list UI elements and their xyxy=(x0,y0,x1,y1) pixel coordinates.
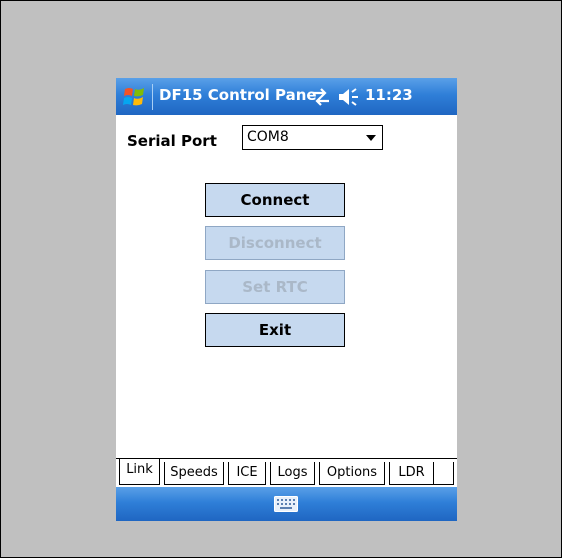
tab-speeds[interactable]: Speeds xyxy=(164,462,224,485)
device-screen: DF15 Control Pane 11:23 Serial Port COM8… xyxy=(116,78,457,521)
speaker-icon[interactable] xyxy=(338,88,360,106)
sync-arrows-icon[interactable] xyxy=(311,88,331,106)
tab-link[interactable]: Link xyxy=(119,458,160,485)
exit-button[interactable]: Exit xyxy=(205,313,345,347)
serial-port-label: Serial Port xyxy=(127,132,217,150)
keyboard-icon[interactable] xyxy=(274,496,298,512)
chevron-down-icon[interactable] xyxy=(366,135,376,141)
title-bar: DF15 Control Pane 11:23 xyxy=(116,78,457,115)
tab-ldr[interactable]: LDR xyxy=(389,462,434,485)
serial-port-dropdown[interactable]: COM8 xyxy=(242,125,383,150)
tab-ice[interactable]: ICE xyxy=(228,462,266,485)
set-rtc-button: Set RTC xyxy=(205,270,345,304)
serial-port-value: COM8 xyxy=(247,129,289,145)
tab-logs[interactable]: Logs xyxy=(270,462,315,485)
clock[interactable]: 11:23 xyxy=(365,86,413,104)
disconnect-button: Disconnect xyxy=(205,226,345,260)
bottom-bar xyxy=(116,487,457,521)
window-title: DF15 Control Pane xyxy=(159,86,317,104)
screenshot-frame: DF15 Control Pane 11:23 Serial Port COM8… xyxy=(0,0,562,558)
tab-strip: Link Speeds ICE Logs Options LDR xyxy=(116,458,457,486)
tab-strip-end xyxy=(434,462,454,485)
windows-flag-icon[interactable] xyxy=(122,85,148,109)
title-separator xyxy=(152,84,153,110)
connect-button[interactable]: Connect xyxy=(205,183,345,217)
tab-options[interactable]: Options xyxy=(319,462,385,485)
